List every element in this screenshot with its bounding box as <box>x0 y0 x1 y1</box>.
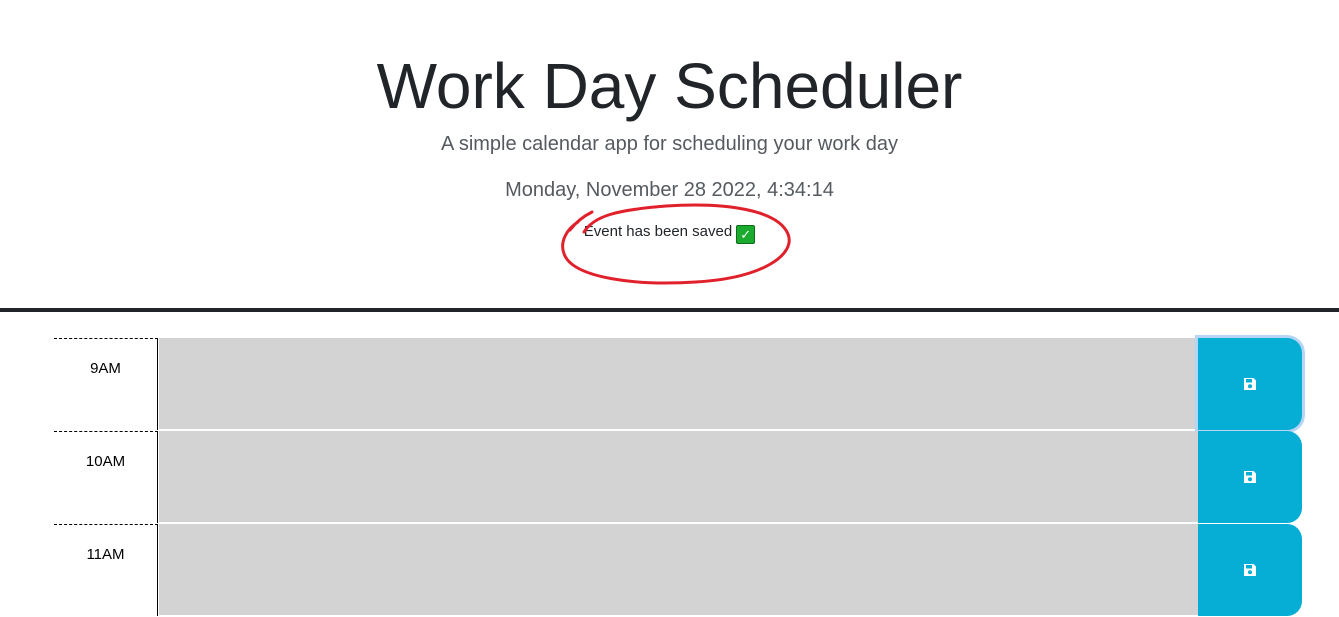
hour-label: 10AM <box>54 431 158 523</box>
event-textarea[interactable] <box>159 524 1198 616</box>
current-day: Monday, November 28 2022, 4:34:14 <box>505 179 834 201</box>
time-block-11am: 11AM <box>54 524 1303 617</box>
time-block-9am: 9AM <box>54 338 1303 431</box>
event-textarea[interactable] <box>159 338 1198 430</box>
page-subtitle: A simple calendar app for scheduling you… <box>441 133 898 155</box>
floppy-disk-icon <box>1244 378 1256 390</box>
save-button[interactable] <box>1198 431 1302 523</box>
page-title: Work Day Scheduler <box>376 50 963 122</box>
save-button[interactable] <box>1198 524 1302 616</box>
time-block-10am: 10AM <box>54 431 1303 524</box>
hour-label: 11AM <box>54 524 158 616</box>
hour-label: 9AM <box>54 338 158 430</box>
event-textarea[interactable] <box>159 431 1198 523</box>
save-button[interactable] <box>1198 338 1302 430</box>
saved-message-text: Event has been saved <box>583 223 733 240</box>
floppy-disk-icon <box>1244 471 1256 483</box>
schedule-container: 9AM 10AM 11AM <box>54 338 1303 617</box>
check-mark-icon: ✓ <box>736 225 756 244</box>
floppy-disk-icon <box>1244 564 1256 576</box>
header: Work Day Scheduler A simple calendar app… <box>0 0 1339 312</box>
saved-message: Event has been saved ✓ <box>0 222 1339 244</box>
